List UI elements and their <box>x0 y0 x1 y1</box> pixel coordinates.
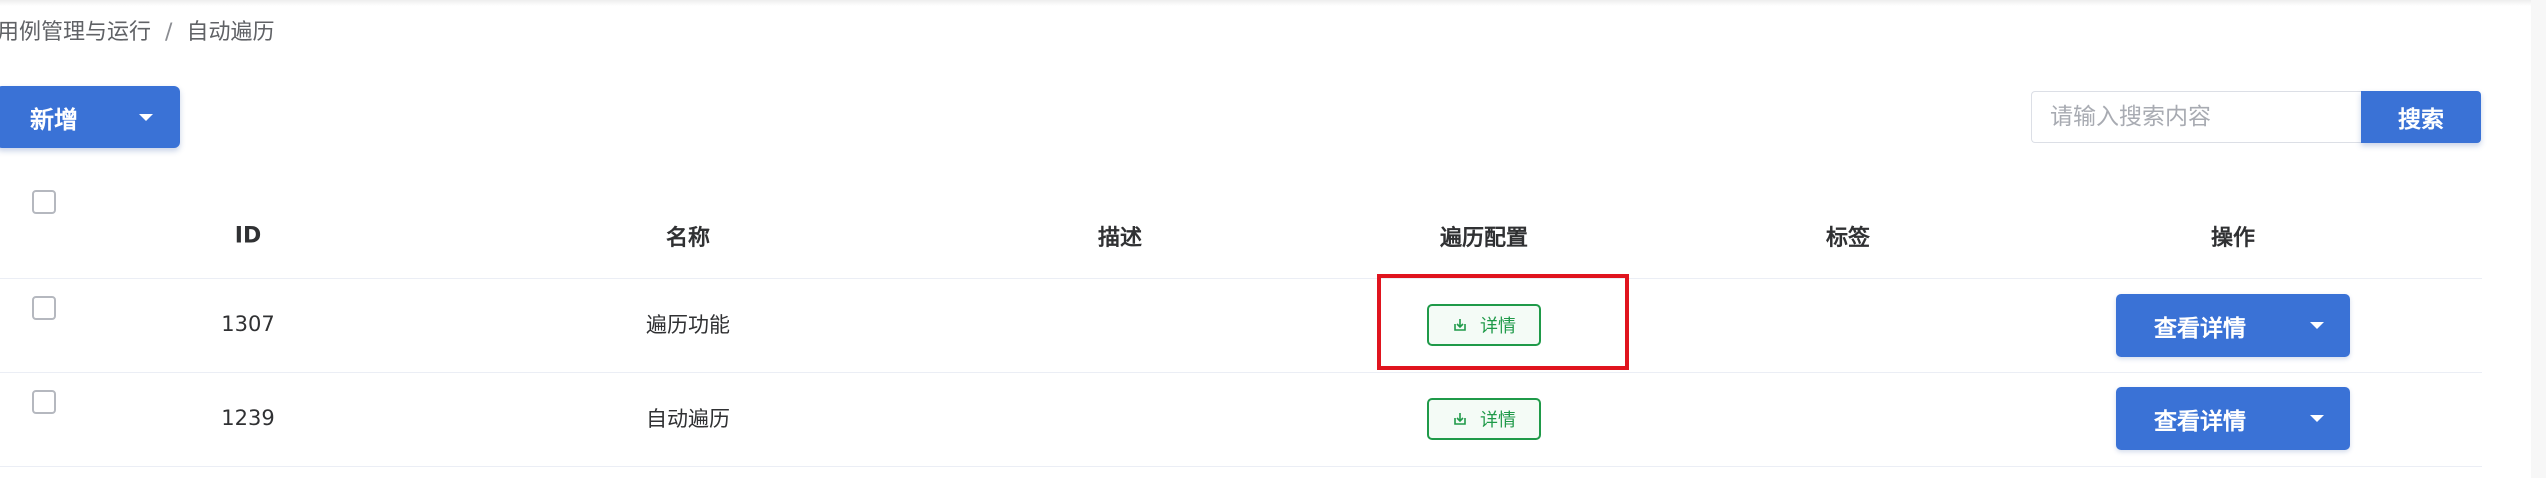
add-dropdown-toggle[interactable] <box>112 86 180 148</box>
row-id: 1239 <box>221 406 275 430</box>
add-split-button: 新增 <box>0 86 180 148</box>
breadcrumb: 用例管理与运行 / 自动遍历 <box>0 14 274 46</box>
caret-down-icon <box>2310 415 2324 422</box>
row-checkbox[interactable] <box>32 390 56 414</box>
add-button[interactable]: 新增 <box>0 86 112 148</box>
row-name: 自动遍历 <box>646 407 730 431</box>
view-details-button[interactable]: 查看详情 <box>2116 387 2284 450</box>
top-shadow <box>0 0 2546 6</box>
view-details-split-button: 查看详情 <box>2116 294 2350 357</box>
view-details-split-button: 查看详情 <box>2116 387 2350 450</box>
select-all-checkbox[interactable] <box>32 190 56 214</box>
view-details-button[interactable]: 查看详情 <box>2116 294 2284 357</box>
row-divider <box>0 466 2482 467</box>
breadcrumb-separator: / <box>165 20 173 45</box>
row-name: 遍历功能 <box>646 313 730 337</box>
highlight-annotation-box <box>1377 274 1629 370</box>
caret-down-icon <box>139 113 153 121</box>
config-detail-button[interactable]: 详情 <box>1427 398 1541 440</box>
column-header-description: 描述 <box>1097 226 1143 251</box>
breadcrumb-parent[interactable]: 用例管理与运行 <box>0 20 151 45</box>
header-divider <box>0 278 2482 279</box>
row-id: 1307 <box>221 312 275 336</box>
row-divider <box>0 372 2482 373</box>
view-details-dropdown-toggle[interactable] <box>2284 294 2350 357</box>
search-button[interactable]: 搜索 <box>2361 91 2481 143</box>
column-header-tags: 标签 <box>1825 226 1871 251</box>
config-detail-label: 详情 <box>1480 410 1516 431</box>
breadcrumb-current: 自动遍历 <box>186 20 275 45</box>
download-icon <box>1452 411 1468 427</box>
view-details-dropdown-toggle[interactable] <box>2284 387 2350 450</box>
column-header-actions: 操作 <box>2210 226 2256 251</box>
column-header-id: ID <box>234 223 262 249</box>
column-header-traverse-config: 遍历配置 <box>1439 226 1529 251</box>
row-checkbox[interactable] <box>32 296 56 320</box>
column-header-name: 名称 <box>665 226 711 251</box>
search-input[interactable] <box>2031 91 2363 143</box>
right-edge-scrollbar[interactable] <box>2531 0 2546 478</box>
caret-down-icon <box>2310 322 2324 329</box>
